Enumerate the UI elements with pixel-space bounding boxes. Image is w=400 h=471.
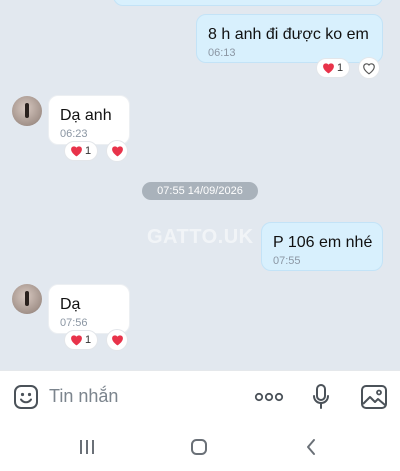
message-bubble-outgoing[interactable]: P 106 em nhé 07:55 bbox=[261, 222, 383, 271]
react-button[interactable] bbox=[106, 329, 128, 351]
message-time: 06:13 bbox=[208, 47, 236, 59]
reaction-count[interactable]: 1 bbox=[316, 58, 351, 78]
heart-icon bbox=[71, 146, 82, 157]
reaction-count[interactable]: 1 bbox=[64, 141, 99, 161]
watermark: GATTO.UK bbox=[147, 226, 254, 248]
home-icon bbox=[191, 439, 207, 455]
message-input[interactable]: Tin nhắn bbox=[49, 386, 118, 407]
react-button[interactable] bbox=[106, 140, 128, 162]
more-icon bbox=[254, 392, 284, 402]
message-time: 06:23 bbox=[60, 128, 88, 140]
recent-apps-button[interactable] bbox=[74, 434, 100, 460]
microphone-icon bbox=[313, 384, 329, 409]
message-bubble-incoming[interactable]: Dạ anh 06:23 bbox=[48, 95, 130, 145]
microphone-button[interactable] bbox=[307, 382, 335, 412]
message-text: 8 h anh đi được ko em bbox=[208, 26, 369, 43]
sticker-icon bbox=[14, 385, 38, 409]
message-time: 07:56 bbox=[60, 317, 88, 329]
home-button[interactable] bbox=[186, 434, 212, 460]
image-button[interactable] bbox=[359, 383, 389, 411]
reaction-count-number: 1 bbox=[337, 62, 344, 74]
heart-icon bbox=[111, 335, 123, 346]
image-icon bbox=[361, 385, 387, 409]
message-text: Dạ anh bbox=[60, 107, 112, 124]
message-time: 07:55 bbox=[273, 255, 301, 267]
message-bubble-partial[interactable] bbox=[113, 0, 383, 6]
reaction-count[interactable]: 1 bbox=[64, 330, 99, 350]
message-bubble-incoming[interactable]: Dạ 07:56 bbox=[48, 284, 130, 334]
heart-outline-icon bbox=[363, 62, 375, 74]
heart-icon bbox=[111, 146, 123, 157]
react-button[interactable] bbox=[358, 57, 380, 79]
reaction-count-number: 1 bbox=[85, 334, 92, 346]
avatar[interactable] bbox=[12, 284, 42, 314]
avatar[interactable] bbox=[12, 96, 42, 126]
more-button[interactable] bbox=[253, 385, 285, 409]
recent-apps-icon bbox=[80, 440, 94, 454]
message-text: P 106 em nhé bbox=[273, 234, 373, 251]
back-button[interactable] bbox=[298, 434, 324, 460]
message-bubble-outgoing[interactable]: 8 h anh đi được ko em 06:13 bbox=[196, 14, 383, 63]
reaction-count-number: 1 bbox=[85, 145, 92, 157]
message-input-bar: Tin nhắn bbox=[0, 370, 400, 422]
back-icon bbox=[307, 439, 315, 455]
date-separator: 07:55 14/09/2026 bbox=[142, 182, 258, 200]
heart-icon bbox=[71, 335, 82, 346]
message-text: Dạ bbox=[60, 296, 81, 313]
heart-icon bbox=[323, 63, 334, 74]
chat-area[interactable]: 8 h anh đi được ko em 06:13 1 Dạ anh 06:… bbox=[0, 0, 400, 370]
sticker-button[interactable] bbox=[12, 383, 40, 411]
navigation-bar bbox=[0, 422, 400, 471]
